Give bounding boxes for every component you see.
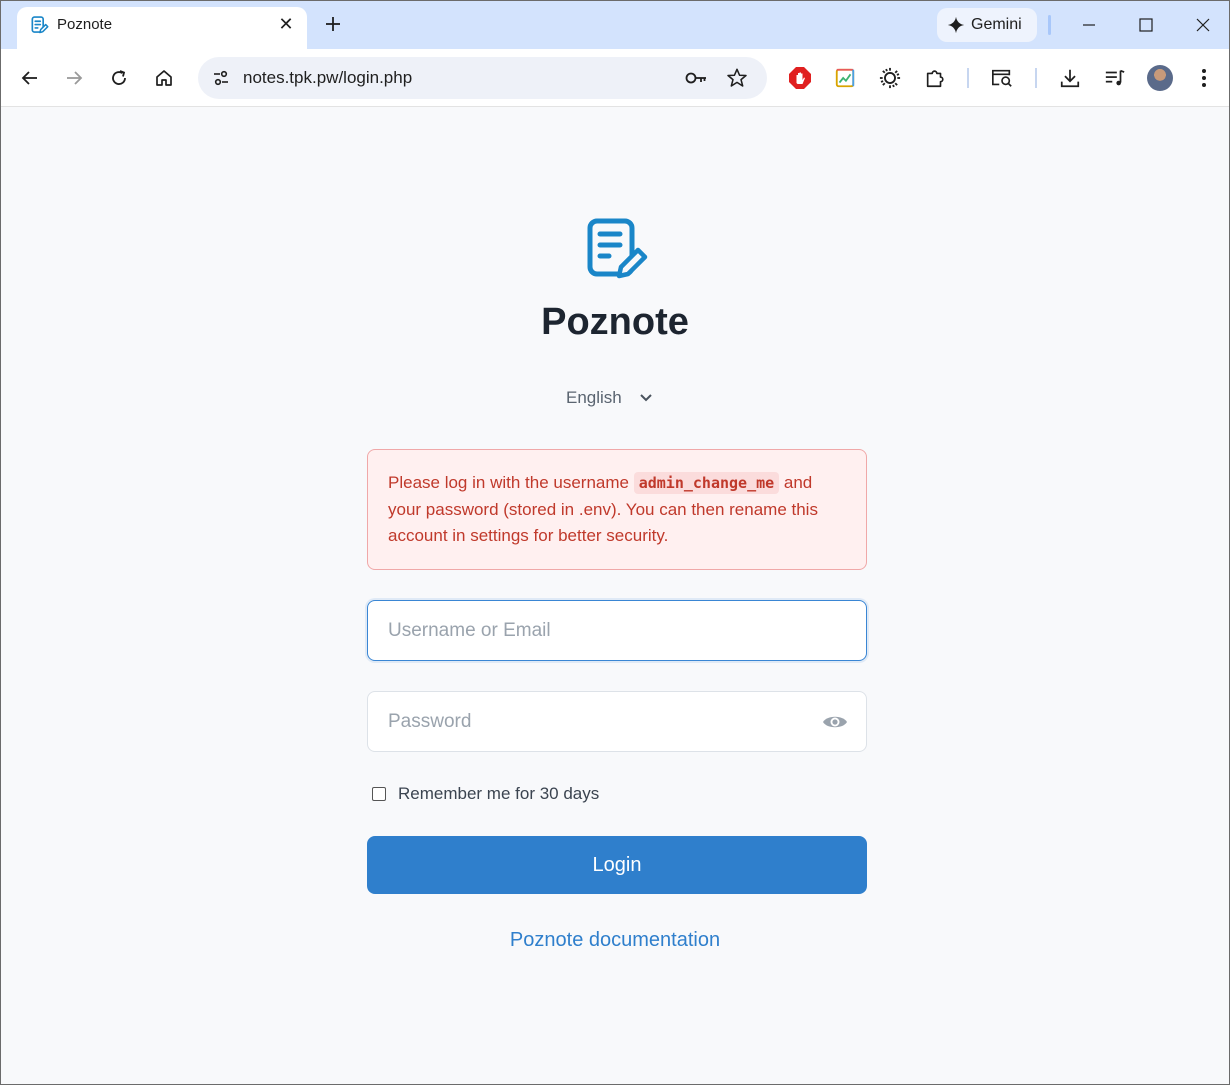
browser-window: Poznote ✕ Gemini notes.tpk.pw/login.php … (0, 0, 1230, 1085)
maximize-icon (1139, 18, 1153, 32)
remember-label: Remember me for 30 days (398, 784, 600, 803)
sparkle-icon (947, 16, 965, 34)
app-title: Poznote (541, 301, 689, 343)
username-input[interactable] (368, 601, 866, 660)
login-page: Poznote English Please log in with the u… (1, 108, 1229, 1084)
documentation-link-row: Poznote documentation (1, 929, 1229, 952)
gemini-label: Gemini (971, 16, 1022, 33)
password-field[interactable] (367, 691, 867, 752)
home-button[interactable] (150, 64, 178, 92)
documentation-link[interactable]: Poznote documentation (510, 929, 720, 951)
site-info-button[interactable] (206, 63, 236, 93)
alert-prefix: Please log in with the username (388, 473, 634, 492)
chevron-down-icon (640, 394, 652, 402)
bookmark-star-icon[interactable] (725, 66, 749, 90)
gemini-button[interactable]: Gemini (937, 8, 1037, 42)
remember-me[interactable]: Remember me for 30 days (372, 784, 599, 804)
notepad-icon (29, 15, 49, 35)
home-icon (156, 70, 172, 86)
tab-search-icon[interactable] (988, 64, 1016, 92)
divider (1035, 68, 1037, 88)
arrow-right-icon (67, 71, 83, 85)
arrow-left-icon (21, 71, 37, 85)
tab-title: Poznote (57, 16, 113, 33)
remember-checkbox[interactable] (372, 787, 386, 801)
poznote-logo-icon (586, 218, 648, 280)
media-queue-icon[interactable] (1101, 64, 1129, 92)
browser-toolbar: notes.tpk.pw/login.php (1, 49, 1229, 107)
divider (1048, 15, 1051, 35)
sun-extension-icon[interactable] (876, 64, 904, 92)
language-selected: English (566, 388, 622, 407)
extensions-puzzle-icon[interactable] (921, 64, 949, 92)
show-password-eye-icon[interactable] (822, 710, 848, 734)
back-button[interactable] (16, 64, 44, 92)
tune-icon (214, 70, 228, 86)
image-extension-icon[interactable] (831, 64, 859, 92)
minimize-icon (1083, 24, 1095, 26)
language-select[interactable]: English (566, 386, 671, 410)
menu-kebab-icon[interactable] (1190, 64, 1218, 92)
forward-button[interactable] (60, 64, 88, 92)
login-button[interactable]: Login (367, 836, 867, 894)
maximize-button[interactable] (1126, 9, 1166, 41)
password-input[interactable] (368, 692, 866, 751)
url-text[interactable]: notes.tpk.pw/login.php (243, 68, 412, 88)
info-alert: Please log in with the username admin_ch… (367, 449, 867, 570)
close-window-button[interactable] (1183, 9, 1223, 41)
new-tab-button[interactable] (321, 12, 345, 36)
alert-username-code: admin_change_me (633, 472, 780, 494)
minimize-button[interactable] (1069, 9, 1109, 41)
adblock-extension-icon[interactable] (786, 64, 814, 92)
reload-button[interactable] (105, 64, 133, 92)
tab-poznote[interactable]: Poznote ✕ (17, 7, 307, 49)
close-icon (1196, 18, 1210, 32)
tab-strip: Poznote ✕ Gemini (1, 1, 1229, 49)
close-tab-icon[interactable]: ✕ (275, 13, 297, 35)
downloads-icon[interactable] (1056, 64, 1084, 92)
password-key-icon[interactable] (684, 66, 708, 90)
reload-icon (112, 70, 126, 85)
plus-icon (326, 17, 340, 31)
username-field[interactable] (367, 600, 867, 661)
profile-avatar[interactable] (1147, 65, 1173, 91)
divider (967, 68, 969, 88)
address-bar[interactable]: notes.tpk.pw/login.php (198, 57, 767, 99)
